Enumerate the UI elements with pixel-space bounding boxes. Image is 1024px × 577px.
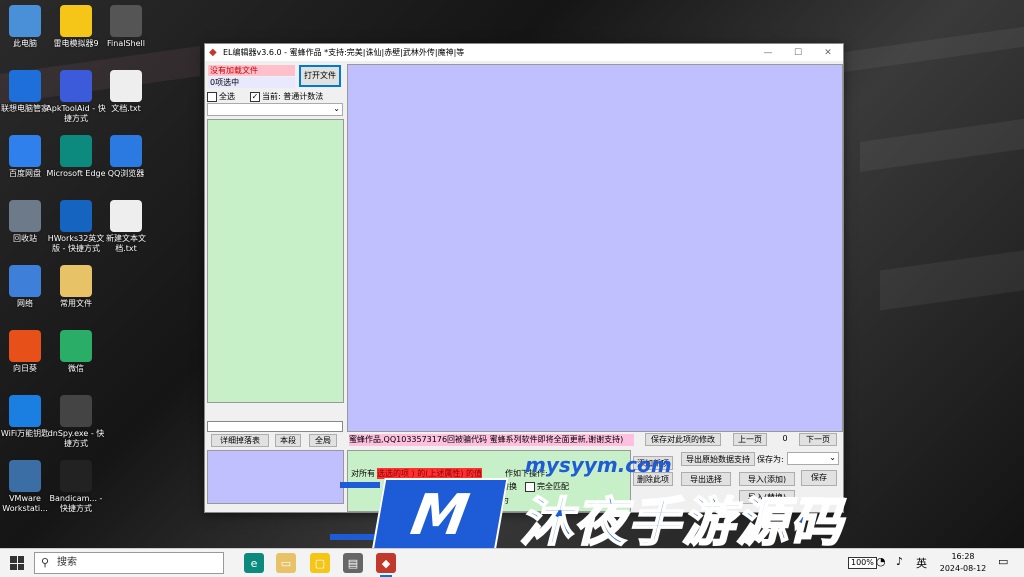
watermark-title: 沐夜手游源码 [519, 492, 845, 554]
maximize-button[interactable]: ☐ [783, 48, 813, 58]
volume-icon[interactable]: ♪ [896, 555, 903, 568]
checkbox-box-checked: ✓ [250, 91, 260, 102]
search-placeholder: 搜索 [57, 557, 77, 568]
chevron-down-icon: ⌄ [829, 453, 836, 462]
wallpaper-stripe [860, 118, 1024, 172]
desktop-icon[interactable]: QQ浏览器 [96, 135, 156, 179]
desktop-icon[interactable]: 常用文件 [46, 265, 106, 309]
ldplayer-taskbar-icon[interactable]: ▢ [310, 553, 330, 573]
info-box [207, 450, 344, 504]
taskbar: ⚲ 搜索 e ▭ ▢ ▤ ◆ 100% ◔ ♪ 英 16:28 2024-08-… [0, 548, 1024, 577]
desktop-icon-label: dnSpy.exe - 快捷方式 [47, 429, 105, 448]
select-all-checkbox[interactable]: 全选 [207, 91, 235, 102]
watermark-bar [340, 482, 380, 488]
wallpaper-stripe [880, 249, 1024, 311]
battery-indicator[interactable]: 100% [848, 557, 877, 569]
watermark-bar [330, 534, 378, 540]
watermark-logo-m: M [371, 478, 509, 552]
desktop-app-icon [9, 330, 41, 362]
desktop-icon-label: Bandicam... - 快捷方式 [49, 494, 103, 513]
desktop-app-icon [60, 200, 92, 232]
page-number: 0 [782, 434, 788, 443]
minimize-button[interactable]: — [753, 48, 783, 58]
desktop-icon-label: 微信 [68, 364, 84, 373]
desktop-app-icon [60, 330, 92, 362]
desktop-app-icon [110, 135, 142, 167]
counting-mode-checkbox[interactable]: ✓ 当前: 普通计数法 [250, 91, 323, 102]
save-format-dropdown[interactable]: ⌄ [787, 452, 839, 465]
item-list[interactable] [207, 119, 344, 403]
el-editor-window: ◆ EL编辑器v3.6.0 - 蜜蜂作品 *支持:完美|诛仙|赤壁|武林外传|魔… [204, 43, 844, 513]
desktop-icon[interactable]: 新建文本文档.txt [96, 200, 156, 254]
save-changes-button[interactable]: 保存对此项的修改 [645, 433, 721, 446]
desktop-app-icon [110, 70, 142, 102]
select-all-label: 全选 [219, 92, 235, 101]
chevron-down-icon: ⌄ [333, 104, 340, 113]
desktop-app-icon [110, 5, 142, 37]
desktop-app-icon [60, 460, 92, 492]
clock-time: 16:28 [951, 552, 975, 561]
desktop-icon[interactable]: dnSpy.exe - 快捷方式 [46, 395, 106, 449]
desktop-app-icon [9, 395, 41, 427]
desktop-app-icon [60, 265, 92, 297]
wifi-icon[interactable]: ◔ [876, 555, 886, 568]
file-explorer-taskbar-icon[interactable]: ▭ [276, 553, 296, 573]
desktop-icon[interactable]: Bandicam... - 快捷方式 [46, 460, 106, 514]
category-dropdown[interactable]: ⌄ [207, 103, 343, 116]
desktop-app-icon [60, 395, 92, 427]
desktop-app-icon [60, 5, 92, 37]
search-input[interactable] [207, 421, 343, 432]
window-title: EL编辑器v3.6.0 - 蜜蜂作品 *支持:完美|诛仙|赤壁|武林外传|魔神|… [223, 48, 465, 57]
next-page-button[interactable]: 下一页 [799, 433, 837, 446]
desktop-app-icon [110, 200, 142, 232]
desktop-app-icon [9, 70, 41, 102]
wallpaper-stripe [830, 25, 1024, 75]
desktop-icon-label: QQ浏览器 [107, 169, 145, 178]
desktop-icon[interactable]: FinalShell [96, 5, 156, 49]
desktop-icon-label: 新建文本文档.txt [106, 234, 146, 253]
global-button[interactable]: 全局 [309, 434, 337, 447]
windows-start-icon[interactable] [10, 556, 24, 570]
title-bar[interactable]: ◆ EL编辑器v3.6.0 - 蜜蜂作品 *支持:完美|诛仙|赤壁|武林外传|魔… [205, 44, 843, 61]
desktop-icon[interactable]: 文档.txt [96, 70, 156, 114]
desktop-app-icon [9, 265, 41, 297]
drop-table-button[interactable]: 详细掉落表 [211, 434, 269, 447]
desktop-icon-label: 文档.txt [111, 104, 141, 113]
credit-label: 蜜蜂作品,QQ1033573176回被骗代码 蜜蜂系列软件即将全面更新,谢谢支持… [349, 434, 634, 446]
save-as-label: 保存为: [757, 455, 784, 464]
desktop-app-icon [60, 70, 92, 102]
selection-status-label: 0项选中 [208, 77, 295, 88]
desktop-app-icon [9, 135, 41, 167]
desktop-app-icon [9, 5, 41, 37]
search-icon: ⚲ [41, 556, 50, 569]
taskbar-search[interactable]: ⚲ 搜索 [34, 552, 224, 574]
export-raw-button[interactable]: 导出原始数据支持 [681, 452, 755, 466]
watermark-url: mysyym.com [525, 453, 672, 477]
this-section-button[interactable]: 本段 [275, 434, 301, 447]
desktop-icon[interactable]: 微信 [46, 330, 106, 374]
desktop-icon-label: FinalShell [107, 39, 145, 48]
desktop-app-icon [9, 460, 41, 492]
clock-date: 2024-08-12 [939, 564, 987, 573]
desktop-app-icon [60, 135, 92, 167]
checkbox-box [207, 91, 217, 102]
close-button[interactable]: ✕ [813, 48, 843, 58]
app-taskbar-icon[interactable]: ▤ [343, 553, 363, 573]
app-icon: ◆ [209, 46, 217, 58]
properties-panel[interactable] [347, 64, 843, 432]
op-target-label: 对所有 [351, 469, 375, 478]
file-status-label: 没有加载文件 [208, 65, 295, 76]
prev-page-button[interactable]: 上一页 [733, 433, 767, 446]
system-clock[interactable]: 16:28 2024-08-12 [938, 551, 988, 575]
language-icon[interactable]: 英 [916, 555, 927, 571]
el-editor-taskbar-icon[interactable]: ◆ [376, 553, 396, 577]
edge-taskbar-icon[interactable]: e [244, 553, 264, 573]
counting-mode-label: 当前: 普通计数法 [262, 92, 324, 101]
desktop-icon-label: 常用文件 [60, 299, 92, 308]
open-file-button[interactable]: 打开文件 [299, 65, 341, 87]
notification-icon[interactable]: ▭ [998, 555, 1008, 568]
desktop-app-icon [9, 200, 41, 232]
